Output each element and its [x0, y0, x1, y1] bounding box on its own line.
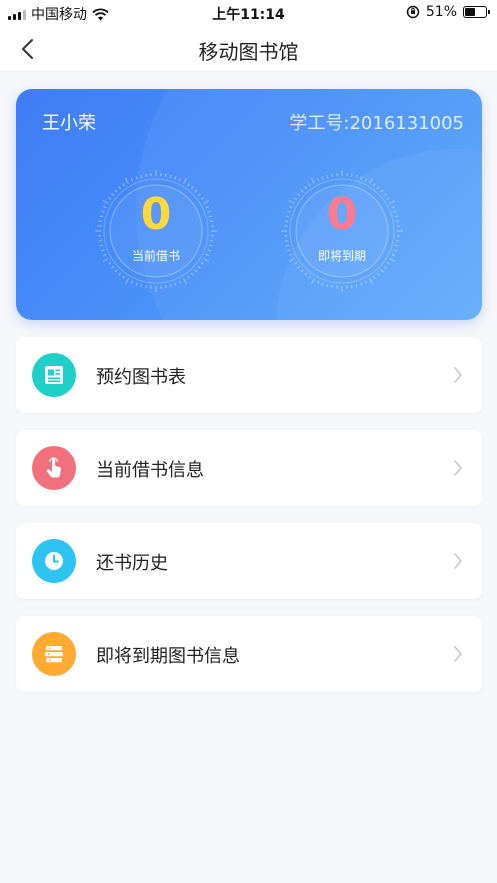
menu-label: 当前借书信息 — [96, 460, 204, 481]
profile-card: 王小荣 学工号:2016131005 0 当前借书 0 即将到期 — [16, 89, 482, 320]
stat-label: 当前借书 — [131, 249, 180, 263]
menu-item-current-borrowing[interactable]: 当前借书信息 — [16, 430, 482, 506]
menu-icon-bg — [32, 539, 76, 583]
clock-icon — [45, 552, 63, 570]
student-id: 学工号:2016131005 — [289, 113, 464, 134]
battery-icon — [463, 6, 490, 18]
stat-due-soon[interactable]: 0 即将到期 — [280, 169, 404, 293]
battery-percent: 51% — [425, 4, 457, 20]
nav-bar: 移动图书馆 — [0, 26, 497, 72]
menu-icon-bg — [32, 446, 76, 490]
chevron-right-icon — [454, 367, 463, 383]
chevron-right-icon — [454, 646, 463, 662]
document-icon — [45, 366, 63, 384]
page-title: 移动图书馆 — [198, 40, 299, 64]
menu-label: 即将到期图书信息 — [96, 646, 240, 667]
menu-item-due-soon[interactable]: 即将到期图书信息 — [16, 616, 482, 692]
menu-label: 还书历史 — [96, 553, 168, 574]
menu-label: 预约图书表 — [96, 367, 186, 388]
menu-icon-bg — [32, 632, 76, 676]
stat-current-borrowed[interactable]: 0 当前借书 — [94, 169, 218, 293]
menu-item-return-history[interactable]: 还书历史 — [16, 523, 482, 599]
menu-item-reservations[interactable]: 预约图书表 — [16, 337, 482, 413]
status-bar: 中国移动 上午11:14 51% — [0, 0, 497, 26]
menu-icon-bg — [32, 353, 76, 397]
user-name: 王小荣 — [42, 113, 96, 134]
stat-value: 0 — [326, 189, 358, 240]
stat-label: 即将到期 — [317, 249, 366, 263]
chevron-right-icon — [454, 460, 463, 476]
hand-pointer-icon — [46, 457, 62, 478]
chevron-right-icon — [454, 553, 463, 569]
stat-value: 0 — [140, 189, 172, 240]
status-right: 51% — [406, 4, 490, 20]
orientation-lock-icon — [406, 5, 420, 19]
books-icon — [45, 646, 63, 663]
